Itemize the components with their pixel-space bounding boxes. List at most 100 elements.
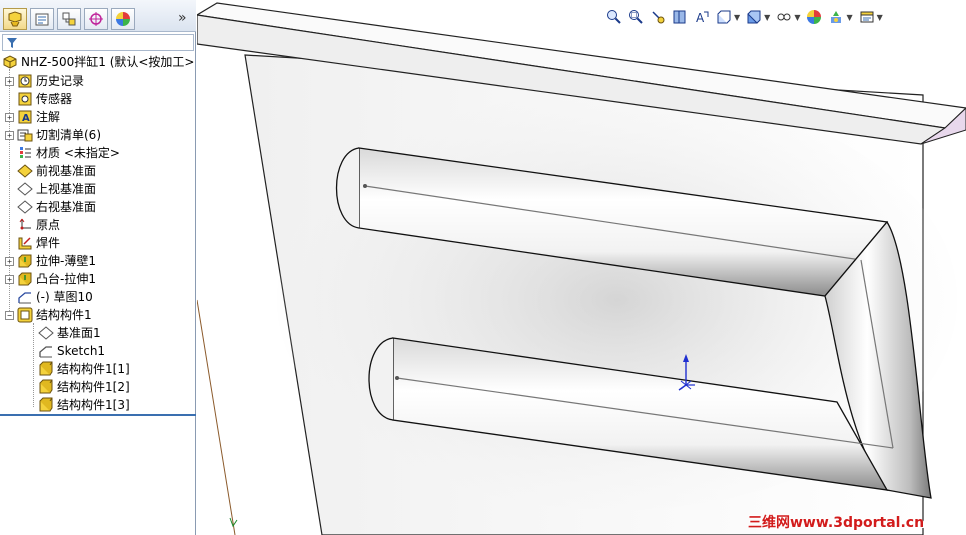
feature-tree: NHZ-500拌缸1 (默认<按加工> + 历史记录 传感器 + A 注解 + bbox=[0, 53, 196, 415]
svg-text:A: A bbox=[696, 11, 705, 25]
expand-toggle[interactable]: + bbox=[5, 130, 14, 140]
view-orientation-icon bbox=[717, 10, 731, 24]
weldment-icon bbox=[17, 235, 33, 251]
feature-tree-icon bbox=[8, 11, 22, 27]
sketch-icon bbox=[17, 289, 33, 305]
part-icon bbox=[2, 54, 18, 70]
tree-item-origin[interactable]: 原点 bbox=[5, 216, 60, 234]
zoom-to-area-icon bbox=[629, 10, 643, 24]
previous-view-icon bbox=[652, 11, 665, 24]
panel-expand-arrow[interactable]: » bbox=[178, 10, 187, 26]
body-icon bbox=[38, 361, 54, 377]
origin-marker bbox=[229, 517, 238, 528]
body-icon bbox=[38, 397, 54, 413]
display-style-button[interactable] bbox=[745, 8, 763, 26]
zoom-to-fit-button[interactable] bbox=[605, 8, 623, 26]
edit-appearance-icon bbox=[807, 10, 822, 24]
display-style-icon bbox=[747, 10, 761, 24]
structural-member-icon bbox=[17, 307, 33, 323]
tree-child-plane1[interactable]: 基准面1 bbox=[38, 324, 101, 342]
apply-scene-button[interactable] bbox=[827, 8, 845, 26]
tree-filter-field[interactable] bbox=[2, 34, 194, 51]
tree-item-history[interactable]: + 历史记录 bbox=[5, 72, 84, 90]
site-watermark: 三维网www.3dportal.cn bbox=[748, 515, 925, 531]
tree-item-boss-extrude1[interactable]: + 凸台-拉伸1 bbox=[5, 270, 96, 288]
filter-icon bbox=[7, 38, 17, 48]
plane-icon bbox=[17, 181, 33, 197]
feature-manager-panel: » NHZ-500拌缸1 (默认<按加工> + 历史记录 传感器 + A 注解 … bbox=[0, 0, 196, 535]
extrude-icon bbox=[17, 253, 33, 269]
panel-splitter[interactable] bbox=[0, 414, 196, 416]
display-style-dropdown[interactable]: ▼ bbox=[764, 13, 770, 22]
view-orientation-button[interactable] bbox=[715, 8, 733, 26]
property-icon bbox=[35, 13, 49, 26]
tree-child-body2[interactable]: 结构构件1[2] bbox=[38, 378, 130, 396]
view-settings-dropdown[interactable]: ▼ bbox=[877, 13, 883, 22]
material-icon bbox=[17, 145, 33, 161]
edge-line bbox=[197, 299, 236, 535]
annotation-icon: A bbox=[17, 109, 33, 125]
tree-child-body3[interactable]: 结构构件1[3] bbox=[38, 396, 130, 414]
zoom-to-fit-icon bbox=[607, 10, 621, 24]
tree-item-material[interactable]: 材质 <未指定> bbox=[5, 144, 120, 162]
tree-item-annotations[interactable]: + A 注解 bbox=[5, 108, 60, 126]
previous-view-button[interactable] bbox=[649, 8, 667, 26]
apply-scene-icon bbox=[831, 11, 842, 23]
svg-text:A: A bbox=[22, 113, 30, 124]
section-view-icon bbox=[673, 10, 686, 24]
display-pie-icon bbox=[116, 12, 130, 26]
zoom-to-area-button[interactable] bbox=[627, 8, 645, 26]
tree-item-weldment[interactable]: 焊件 bbox=[5, 234, 60, 252]
dynamic-annotation-button[interactable]: A bbox=[693, 8, 711, 26]
hide-show-icon bbox=[777, 13, 791, 21]
feature-manager-tab[interactable] bbox=[3, 8, 27, 30]
display-manager-tab[interactable] bbox=[111, 8, 135, 30]
tree-child-sketch1[interactable]: Sketch1 bbox=[38, 342, 105, 360]
plane-icon bbox=[17, 199, 33, 215]
hide-show-dropdown[interactable]: ▼ bbox=[794, 13, 800, 22]
tree-item-sketch10[interactable]: (-) 草图10 bbox=[5, 288, 93, 306]
tree-connector-line bbox=[33, 323, 34, 407]
dynamic-annotation-icon: A bbox=[696, 11, 709, 25]
sketch-icon bbox=[38, 343, 54, 359]
configuration-manager-tab[interactable] bbox=[57, 8, 81, 30]
view-settings-button[interactable] bbox=[858, 8, 876, 26]
expand-toggle[interactable]: + bbox=[5, 76, 14, 86]
tree-item-cut-list[interactable]: + 切割清单(6) bbox=[5, 126, 101, 144]
history-icon bbox=[17, 73, 33, 89]
tree-item-extrude-thin1[interactable]: + 拉伸-薄壁1 bbox=[5, 252, 96, 270]
heads-up-view-toolbar: A ▼ ▼ ▼ ▼ ▼ bbox=[605, 6, 888, 28]
plane-icon bbox=[38, 325, 54, 341]
origin-icon bbox=[17, 217, 33, 233]
tree-root-part[interactable]: NHZ-500拌缸1 (默认<按加工> bbox=[2, 53, 195, 71]
panel-tab-bar: » bbox=[0, 0, 196, 32]
view-orientation-dropdown[interactable]: ▼ bbox=[734, 13, 740, 22]
collapse-toggle[interactable]: − bbox=[5, 310, 14, 320]
apply-scene-dropdown[interactable]: ▼ bbox=[846, 13, 852, 22]
expand-toggle[interactable]: + bbox=[5, 274, 14, 284]
property-manager-tab[interactable] bbox=[30, 8, 54, 30]
body-icon bbox=[38, 379, 54, 395]
configuration-icon bbox=[62, 12, 76, 26]
tree-item-structural-member1[interactable]: − 结构构件1 bbox=[5, 306, 92, 324]
dimxpert-manager-tab[interactable] bbox=[84, 8, 108, 30]
tree-child-body1[interactable]: 结构构件1[1] bbox=[38, 360, 130, 378]
cut-list-icon bbox=[17, 127, 33, 143]
expand-toggle[interactable]: + bbox=[5, 256, 14, 266]
model-scene bbox=[197, 2, 966, 535]
tree-item-right-plane[interactable]: 右视基准面 bbox=[5, 198, 96, 216]
hide-show-button[interactable] bbox=[775, 8, 793, 26]
expand-toggle[interactable]: + bbox=[5, 112, 14, 122]
tree-item-top-plane[interactable]: 上视基准面 bbox=[5, 180, 96, 198]
tree-item-front-plane[interactable]: 前视基准面 bbox=[5, 162, 96, 180]
tree-root-label: NHZ-500拌缸1 (默认<按加工> bbox=[21, 55, 195, 69]
dimxpert-icon bbox=[89, 12, 103, 26]
sensor-icon bbox=[17, 91, 33, 107]
section-view-button[interactable] bbox=[671, 8, 689, 26]
tree-item-sensors[interactable]: 传感器 bbox=[5, 90, 72, 108]
view-settings-icon bbox=[860, 11, 874, 23]
graphics-viewport[interactable]: A ▼ ▼ ▼ ▼ ▼ 三维网www.3dportal.cn bbox=[197, 0, 966, 535]
edit-appearance-button[interactable] bbox=[805, 8, 823, 26]
plane-icon bbox=[17, 163, 33, 179]
extrude-icon bbox=[17, 271, 33, 287]
